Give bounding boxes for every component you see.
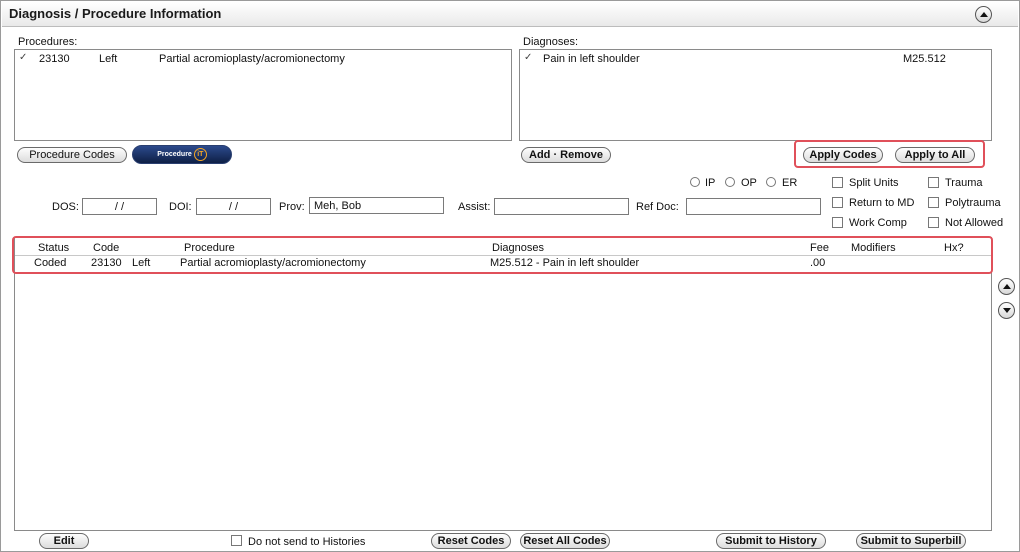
panel-title: Diagnosis / Procedure Information [9,6,222,21]
procedure-code: 23130 [39,53,70,65]
return-to-md-checkbox[interactable] [832,197,843,208]
procedure-it-label: Procedure [157,151,192,158]
radio-op[interactable] [725,177,735,187]
diagnosis-code: M25.512 [903,53,946,65]
not-allowed-label: Not Allowed [945,217,1004,229]
dos-input[interactable] [82,198,157,215]
ref-doc-input[interactable] [686,198,821,215]
checkmark-icon: ✓ [524,52,533,63]
trauma-label: Trauma [945,177,983,189]
radio-op-label: OP [741,177,757,189]
coded-procedures-table[interactable] [14,237,992,531]
doi-label: DOI: [169,201,192,213]
polytrauma-label: Polytrauma [945,197,1001,209]
dos-label: DOS: [52,201,79,213]
add-remove-button[interactable]: Add · Remove [521,147,611,163]
polytrauma-checkbox[interactable] [928,197,939,208]
checkmark-icon: ✓ [19,52,28,63]
reset-codes-button[interactable]: Reset Codes [431,533,511,549]
assist-input[interactable] [494,198,629,215]
no-history-checkbox[interactable] [231,535,242,546]
apply-codes-button[interactable]: Apply Codes [803,147,883,163]
radio-ip[interactable] [690,177,700,187]
procedures-label: Procedures: [18,36,78,48]
provider-input[interactable] [309,197,444,214]
work-comp-label: Work Comp [849,217,907,229]
trauma-checkbox[interactable] [928,177,939,188]
chevron-up-icon [979,12,988,17]
diagnosis-procedure-panel: Diagnosis / Procedure Information Proced… [0,0,1020,552]
move-down-button[interactable] [998,302,1015,319]
submit-to-superbill-button[interactable]: Submit to Superbill [856,533,966,549]
apply-to-all-button[interactable]: Apply to All [895,147,975,163]
radio-er[interactable] [766,177,776,187]
move-up-button[interactable] [998,278,1015,295]
assist-label: Assist: [458,201,491,213]
collapse-button[interactable] [975,6,992,23]
procedure-side: Left [99,53,118,65]
arrow-up-icon [1002,284,1011,289]
table-highlight [12,236,993,274]
no-history-label: Do not send to Histories [248,536,366,548]
edit-button[interactable]: Edit [39,533,89,549]
radio-ip-label: IP [705,177,716,189]
doi-input[interactable] [196,198,271,215]
procedure-codes-button[interactable]: Procedure Codes [17,147,127,163]
panel-header: Diagnosis / Procedure Information [2,2,1018,27]
procedure-it-button[interactable]: Procedure iT [132,145,232,164]
procedure-it-logo-icon: iT [193,148,207,161]
reset-all-codes-button[interactable]: Reset All Codes [520,533,610,549]
diagnoses-label: Diagnoses: [523,36,579,48]
split-units-label: Split Units [849,177,899,189]
submit-to-history-button[interactable]: Submit to History [716,533,826,549]
radio-er-label: ER [782,177,798,189]
not-allowed-checkbox[interactable] [928,217,939,228]
procedure-description: Partial acromioplasty/acromionectomy [159,53,345,65]
split-units-checkbox[interactable] [832,177,843,188]
prov-label: Prov: [279,201,305,213]
diagnosis-description: Pain in left shoulder [543,53,640,65]
arrow-down-icon [1002,308,1011,313]
ref-doc-label: Ref Doc: [636,201,679,213]
work-comp-checkbox[interactable] [832,217,843,228]
return-to-md-label: Return to MD [849,197,915,209]
